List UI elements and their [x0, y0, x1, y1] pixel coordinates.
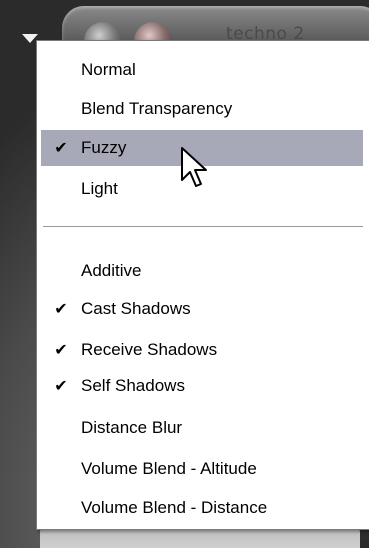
menu-item-distance-blur[interactable]: Distance Blur — [41, 410, 363, 446]
menu-item-label: Cast Shadows — [81, 299, 191, 318]
menu-item-label: Blend Transparency — [81, 99, 233, 118]
menu-item-fuzzy[interactable]: ✔ Fuzzy — [41, 130, 363, 166]
bottom-panel — [40, 528, 360, 548]
menu-item-label: Additive — [81, 261, 142, 280]
check-icon: ✔ — [54, 299, 68, 318]
menu-item-volume-blend-distance[interactable]: Volume Blend - Distance — [41, 490, 363, 526]
check-icon: ✔ — [54, 340, 68, 359]
menu-separator — [43, 226, 363, 228]
menu-item-normal[interactable]: Normal — [41, 52, 363, 88]
menu-item-label: Volume Blend - Altitude — [81, 459, 257, 478]
menu-item-label: Fuzzy — [81, 138, 127, 157]
menu-item-label: Normal — [81, 60, 136, 79]
menu-item-label: Receive Shadows — [81, 340, 218, 359]
menu-item-label: Volume Blend - Distance — [81, 498, 268, 517]
menu-item-blend-transparency[interactable]: Blend Transparency — [41, 91, 363, 127]
context-menu: Normal Blend Transparency ✔ Fuzzy Light … — [36, 40, 369, 530]
menu-item-self-shadows[interactable]: ✔ Self Shadows — [41, 368, 363, 404]
check-icon: ✔ — [54, 376, 68, 395]
menu-item-additive[interactable]: Additive — [41, 253, 363, 289]
menu-item-receive-shadows[interactable]: ✔ Receive Shadows — [41, 332, 363, 368]
menu-item-cast-shadows[interactable]: ✔ Cast Shadows — [41, 291, 363, 327]
menu-item-label: Light — [81, 179, 118, 198]
menu-item-volume-blend-altitude[interactable]: Volume Blend - Altitude — [41, 451, 363, 487]
menu-item-label: Distance Blur — [81, 418, 183, 437]
menu-item-light[interactable]: Light — [41, 171, 363, 207]
menu-item-label: Self Shadows — [81, 376, 185, 395]
check-icon: ✔ — [54, 138, 68, 157]
